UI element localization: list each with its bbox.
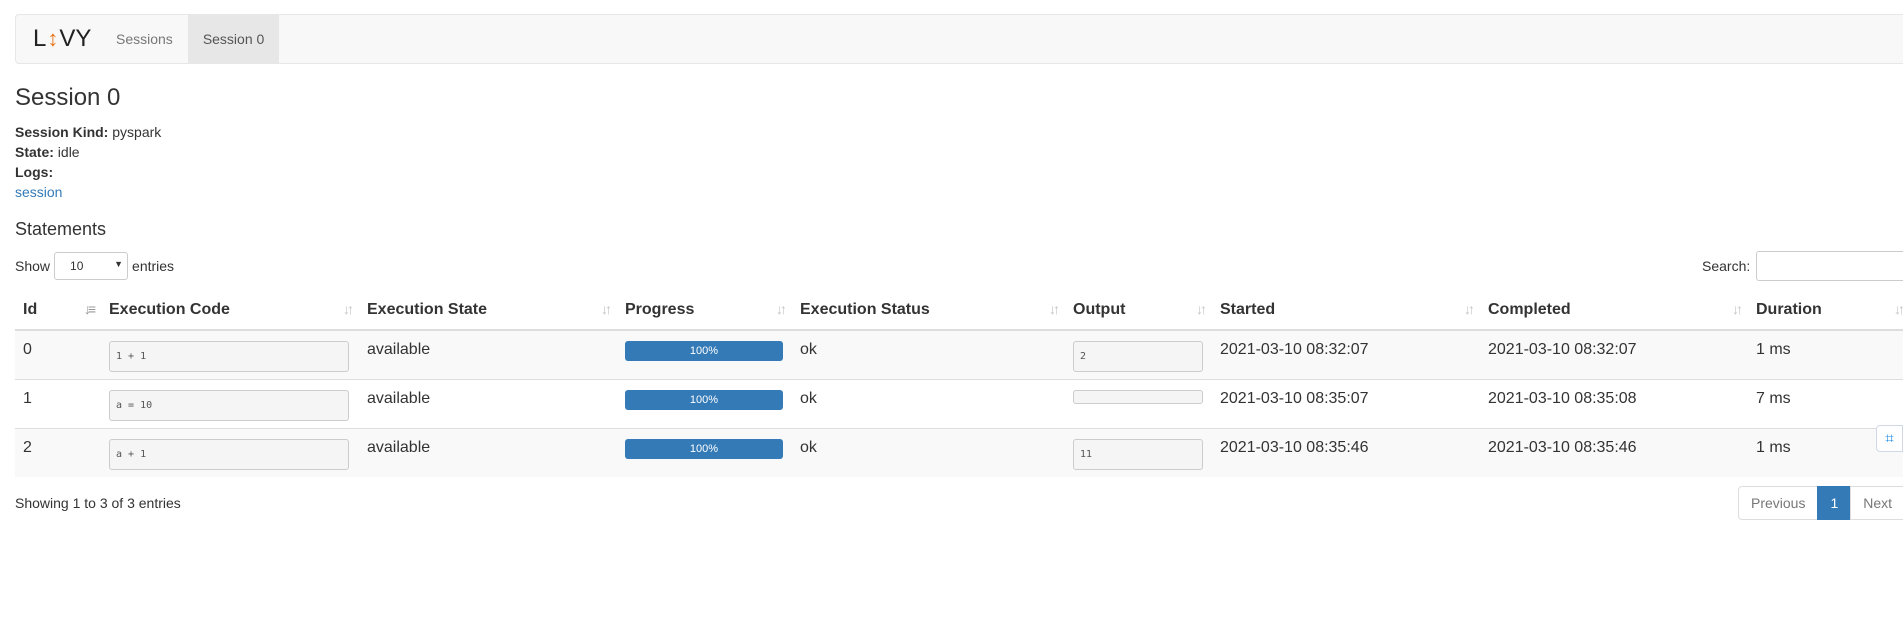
code-textarea[interactable]: 1 + 1 (109, 341, 349, 372)
search-control: Search: (1702, 251, 1903, 281)
cell-id: 0 (23, 341, 32, 358)
progress-bar: 100% (625, 341, 783, 361)
cell-status: ok (800, 341, 817, 358)
cell-code: 1 + 1 (101, 330, 359, 379)
cell-status: ok (800, 438, 817, 456)
table-header-row: Id ↓≡ Execution Code ↓↑ Execution State ↓↑ … (15, 290, 1903, 331)
state-value: idle (57, 144, 80, 160)
cell-id: 1 (23, 389, 32, 407)
statements-table: Id ↓≡ Execution Code ↓↑ Execution State ↓↑ … (15, 290, 1903, 477)
output-textarea[interactable] (1073, 389, 1203, 404)
page-length-control: Show 10 ▼ entries (15, 252, 174, 280)
navbar: L ↕ VY Sessions Session 0 (15, 14, 1903, 64)
previous-page-button[interactable]: Previous (1738, 486, 1819, 520)
entries-label: entries (132, 258, 175, 274)
table-row: 0 1 + 1 available 100% ok 2 2021-03-10 0… (15, 330, 1903, 379)
table-row: 1 a = 10 available 100% ok 2021-03-10 08… (15, 379, 1903, 428)
cell-state: available (367, 438, 431, 456)
column-header-execution-state[interactable]: Execution State ↓↑ (359, 290, 617, 331)
pagination: Previous 1 Next (1738, 486, 1903, 520)
translate-icon[interactable]: ⌗ (1876, 425, 1903, 452)
cell-started: 2021-03-10 08:35:07 (1220, 389, 1369, 407)
cell-id: 2 (23, 438, 32, 456)
column-header-started[interactable]: Started ↓↑ (1212, 290, 1480, 331)
cell-output: 2 (1065, 330, 1212, 379)
sort-icon: ↓↑ (1464, 301, 1475, 317)
table-row: 2 a + 1 available 100% ok 11 2021-03-10 … (15, 428, 1903, 477)
session-log-link[interactable]: session (15, 184, 62, 200)
page-title: Session 0 (15, 84, 121, 111)
sort-icon: ↓↑ (601, 301, 612, 317)
nav-sessions[interactable]: Sessions (101, 15, 188, 63)
progress-bar: 100% (625, 438, 783, 459)
code-textarea[interactable]: a = 10 (109, 389, 349, 421)
cell-output: 11 (1065, 428, 1212, 477)
session-kind-value: pyspark (112, 124, 162, 140)
nav-session-0[interactable]: Session 0 (187, 15, 280, 63)
output-textarea[interactable]: 11 (1073, 438, 1203, 470)
session-info: Session Kind: pyspark State: idle Logs: … (15, 122, 161, 202)
cell-state: available (367, 389, 431, 407)
column-header-id[interactable]: Id ↓≡ (15, 290, 101, 331)
table-info: Showing 1 to 3 of 3 entries (15, 495, 181, 511)
page-1-button[interactable]: 1 (1817, 486, 1852, 520)
column-header-output[interactable]: Output ↓↑ (1065, 290, 1212, 331)
column-header-progress[interactable]: Progress ↓↑ (617, 290, 792, 331)
logo-arrow-icon: ↕ (47, 26, 59, 51)
cell-started: 2021-03-10 08:32:07 (1220, 341, 1369, 358)
progress-fill: 100% (625, 389, 783, 410)
cell-started: 2021-03-10 08:35:46 (1220, 438, 1369, 456)
livy-logo[interactable]: L ↕ VY (16, 15, 101, 63)
statements-title: Statements (15, 219, 107, 239)
cell-status: ok (800, 389, 817, 407)
column-header-completed[interactable]: Completed ↓↑ (1480, 290, 1748, 331)
cell-code: a = 10 (101, 379, 359, 428)
cell-progress: 100% (617, 379, 792, 428)
cell-output (1065, 379, 1212, 428)
cell-completed: 2021-03-10 08:35:46 (1488, 438, 1637, 456)
output-textarea[interactable]: 2 (1073, 341, 1203, 372)
sort-icon: ↓↑ (343, 301, 354, 317)
code-textarea[interactable]: a + 1 (109, 438, 349, 470)
progress-bar: 100% (625, 389, 783, 410)
column-header-execution-code[interactable]: Execution Code ↓↑ (101, 290, 359, 331)
session-kind-label: Session Kind: (15, 124, 109, 140)
cell-completed: 2021-03-10 08:35:08 (1488, 389, 1637, 407)
cell-progress: 100% (617, 330, 792, 379)
progress-fill: 100% (625, 341, 783, 361)
chevron-down-icon: ▼ (114, 259, 124, 269)
cell-duration: 7 ms (1756, 389, 1791, 407)
cell-duration: 1 ms (1756, 341, 1791, 358)
cell-state: available (367, 341, 431, 358)
sort-icon: ↓↑ (776, 301, 787, 317)
state-label: State: (15, 144, 54, 160)
next-page-button[interactable]: Next (1850, 486, 1903, 520)
cell-code: a + 1 (101, 428, 359, 477)
sort-icon: ↓↑ (1894, 301, 1903, 317)
column-header-duration[interactable]: Duration ↓↑ (1748, 290, 1903, 331)
column-header-execution-status[interactable]: Execution Status ↓↑ (792, 290, 1065, 331)
search-input[interactable] (1756, 251, 1903, 281)
sort-icon: ↓↑ (1196, 301, 1207, 317)
cell-progress: 100% (617, 428, 792, 477)
cell-completed: 2021-03-10 08:32:07 (1488, 341, 1637, 358)
show-label: Show (15, 258, 51, 274)
sort-asc-icon: ↓≡ (83, 301, 96, 317)
sort-icon: ↓↑ (1049, 301, 1060, 317)
search-label: Search: (1702, 258, 1751, 274)
page-size-select[interactable]: 10 ▼ (54, 252, 129, 280)
progress-fill: 100% (625, 438, 783, 459)
sort-icon: ↓↑ (1732, 301, 1743, 317)
logs-label: Logs: (15, 164, 54, 180)
